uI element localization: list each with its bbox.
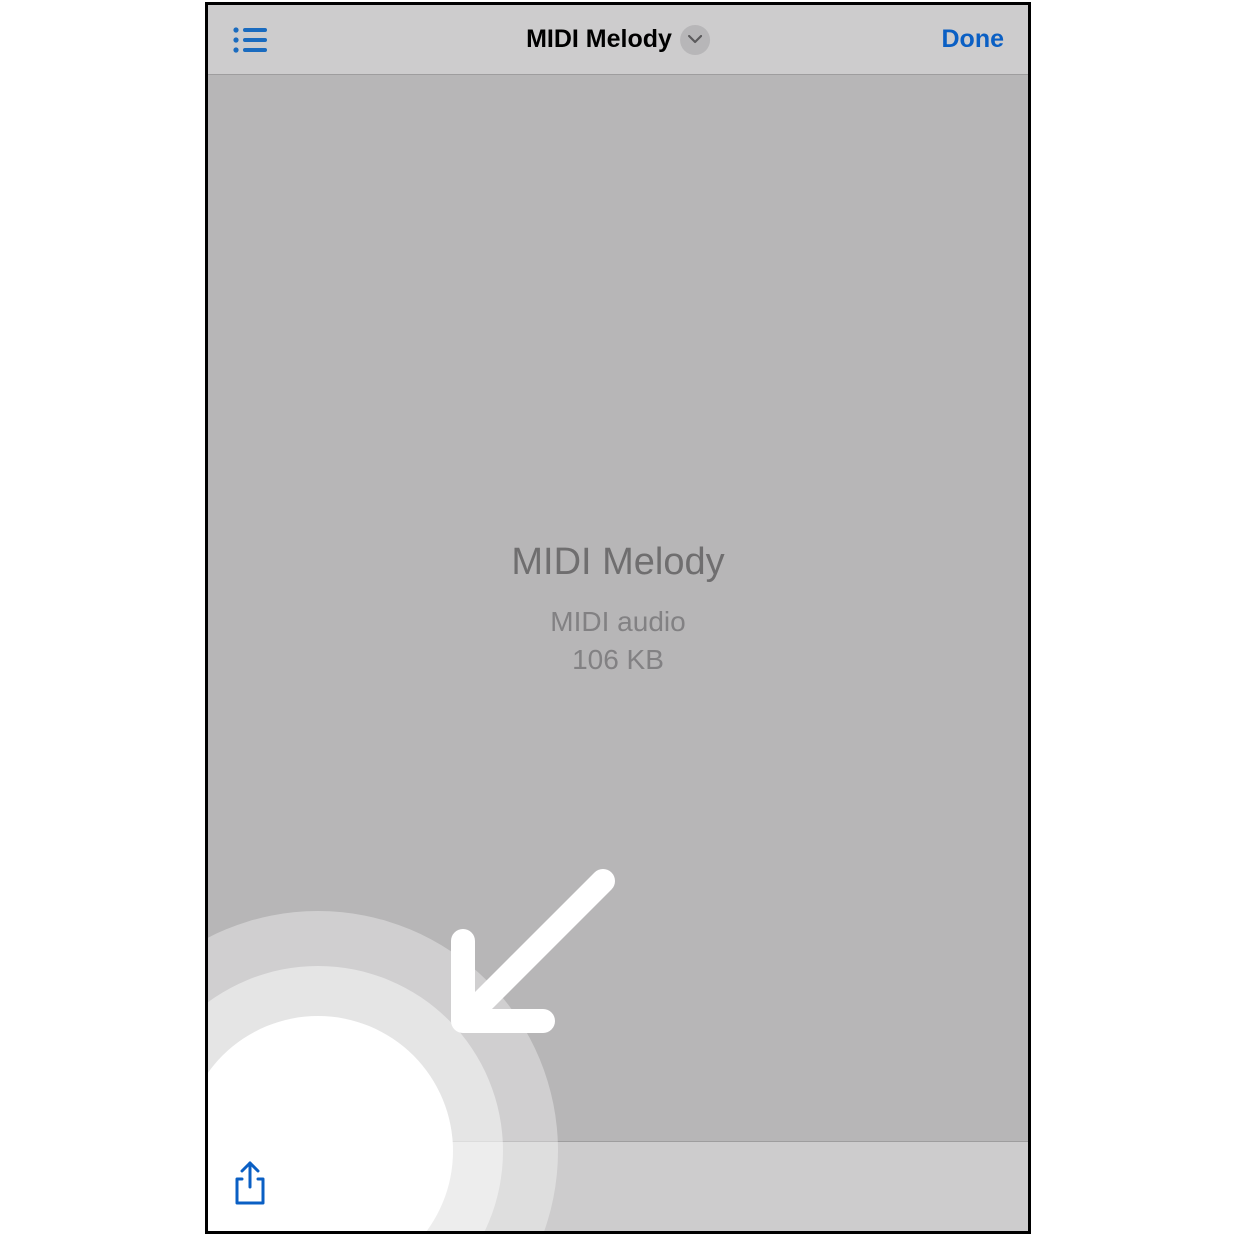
- title-dropdown[interactable]: MIDI Melody: [526, 25, 710, 55]
- file-type-label: MIDI audio: [550, 606, 685, 638]
- page-title: MIDI Melody: [526, 25, 672, 54]
- list-button[interactable]: [232, 26, 268, 54]
- list-icon: [232, 26, 268, 54]
- share-icon: [232, 1161, 268, 1207]
- navigation-bar: MIDI Melody Done: [208, 5, 1028, 75]
- chevron-down-icon: [680, 25, 710, 55]
- done-button[interactable]: Done: [942, 25, 1005, 54]
- share-button[interactable]: [232, 1161, 268, 1212]
- file-info-panel: MIDI Melody MIDI audio 106 KB: [208, 75, 1028, 1141]
- toolbar: [208, 1141, 1028, 1231]
- file-preview-screen: MIDI Melody Done MIDI Melody MIDI audio …: [205, 2, 1031, 1234]
- file-size-label: 106 KB: [572, 644, 664, 676]
- file-name-label: MIDI Melody: [511, 541, 724, 584]
